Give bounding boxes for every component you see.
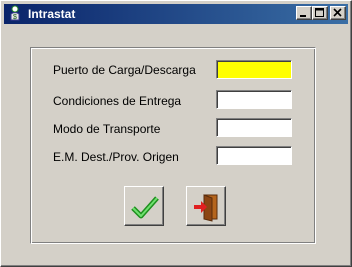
intrastat-app-icon[interactable]: $ (7, 5, 24, 22)
accept-button[interactable] (124, 186, 164, 226)
label-em-dest-prov: E.M. Dest./Prov. Origen (53, 150, 179, 164)
maximize-icon (315, 8, 324, 17)
minimize-button[interactable] (296, 6, 312, 20)
maximize-button[interactable] (312, 6, 328, 20)
svg-text:$: $ (13, 14, 17, 21)
checkmark-icon (131, 196, 159, 219)
minimize-icon (300, 15, 306, 17)
modo-transporte-input[interactable] (216, 118, 292, 137)
puerto-carga-input[interactable] (216, 60, 292, 79)
intrastat-window: $ Intrastat Puerto de Carga/Descarga Con… (0, 0, 352, 267)
exit-door-icon (194, 194, 218, 222)
title-bar[interactable]: $ Intrastat (4, 4, 348, 24)
exit-button[interactable] (186, 186, 226, 226)
label-modo-transporte: Modo de Transporte (53, 122, 161, 136)
label-puerto-carga: Puerto de Carga/Descarga (53, 63, 196, 77)
condiciones-entrega-input[interactable] (216, 90, 292, 109)
close-button[interactable] (330, 6, 346, 20)
window-title: Intrastat (28, 7, 76, 21)
label-condiciones-entrega: Condiciones de Entrega (53, 94, 182, 108)
em-dest-prov-input[interactable] (216, 146, 292, 165)
close-icon (333, 8, 342, 17)
